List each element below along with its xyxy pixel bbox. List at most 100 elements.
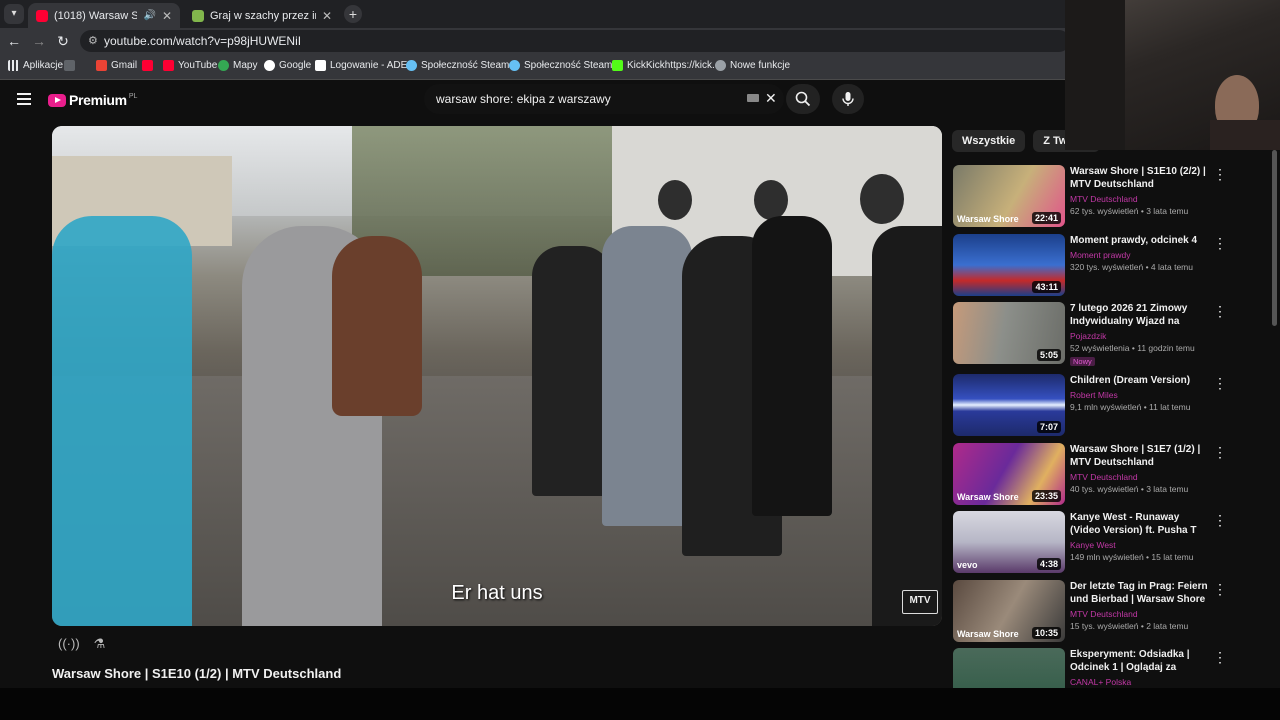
recommendation-meta: Moment prawdy, odcinek 4 Moment prawdy 3… [1070,234,1208,272]
recommendation-title[interactable]: Der letzte Tag in Prag: Feiern und Bierb… [1070,580,1208,606]
search-input[interactable]: warsaw shore: ekipa z warszawy ✕ [424,84,784,114]
channel-name[interactable]: Kanye West [1070,540,1208,550]
bookmark-youtube[interactable]: YouTube [163,60,217,71]
thumbnail[interactable]: Warsaw Shore 22:41 [953,165,1065,227]
more-options-icon[interactable]: ⋮ [1213,304,1227,318]
back-icon[interactable]: ← [6,33,22,49]
close-tab-icon[interactable]: ✕ [322,9,332,23]
bookmark-steam-2[interactable]: Społeczność Steam... [509,60,621,71]
recommendation-meta: Der letzte Tag in Prag: Feiern und Bierb… [1070,580,1208,631]
new-tab-button[interactable]: + [344,5,362,23]
bookmark-new-features[interactable]: Nowe funkcje [715,60,790,71]
recommendation-item[interactable]: 7:07 Children (Dream Version) Robert Mil… [953,374,1263,436]
lab-flask-icon[interactable]: ⚗ [94,636,106,652]
more-options-icon[interactable]: ⋮ [1213,376,1227,390]
google-icon [264,60,275,71]
new-badge: Nowy [1070,357,1095,366]
youtube-icon [142,60,153,71]
bookmark-apps[interactable]: Aplikacje [8,60,63,71]
thumbnail[interactable]: vevo 4:38 [953,511,1065,573]
recommendation-meta: 7 lutego 2026 21 Zimowy Indywidualny Wja… [1070,302,1208,367]
channel-name[interactable]: MTV Deutschland [1070,609,1208,619]
voice-search-button[interactable] [832,84,864,114]
more-options-icon[interactable]: ⋮ [1213,236,1227,250]
recommendation-title[interactable]: Eksperyment: Odsiadka | Odcinek 1 | Oglą… [1070,648,1208,674]
bottom-strip [0,688,1280,720]
more-options-icon[interactable]: ⋮ [1213,513,1227,527]
recommendation-title[interactable]: Moment prawdy, odcinek 4 [1070,234,1208,247]
more-options-icon[interactable]: ⋮ [1213,445,1227,459]
thumbnail[interactable]: 43:11 [953,234,1065,296]
bookmark-steam-1[interactable]: Społeczność Steam... [406,60,518,71]
channel-name[interactable]: Pojazdzik [1070,331,1208,341]
clear-search-icon[interactable]: ✕ [765,90,777,107]
bookmark-label: Społeczność Steam... [421,60,518,71]
view-stats: 62 tys. wyświetleń • 3 lata temu [1070,206,1189,216]
channel-name[interactable]: Moment prawdy [1070,250,1208,260]
recommendation-title[interactable]: Warsaw Shore | S1E7 (1/2) | MTV Deutschl… [1070,443,1208,469]
bookmark-gmail[interactable]: Gmail [96,60,137,71]
view-stats: 9,1 mln wyświetleń • 11 lat temu [1070,402,1191,412]
microphone-icon [842,92,854,106]
duration-badge: 43:11 [1032,281,1061,293]
thumbnail[interactable]: 5:05 [953,302,1065,364]
recommendation-item[interactable]: Warsaw Shore 23:35 Warsaw Shore | S1E7 (… [953,443,1263,505]
view-stats: 52 wyświetlenia • 11 godzin temu [1070,343,1195,353]
tab-youtube[interactable]: (1018) Warsaw Shore | S1E10 🔊 ✕ [28,3,180,28]
more-options-icon[interactable]: ⋮ [1213,167,1227,181]
bookmark-google[interactable]: Google [264,60,311,71]
recommendation-item[interactable]: 43:11 Moment prawdy, odcinek 4 Moment pr… [953,234,1263,296]
search-button[interactable] [786,84,820,114]
recommendation-title[interactable]: 7 lutego 2026 21 Zimowy Indywidualny Wja… [1070,302,1208,328]
sidebar-scrollbar[interactable] [1272,150,1277,326]
thumbnail-brand: Warsaw Shore [957,629,1019,639]
steam-icon [406,60,417,71]
reload-icon[interactable]: ↻ [55,33,71,49]
bookmark-kick[interactable]: KickKickhttps://kick... [612,60,720,71]
forward-icon[interactable]: → [31,33,47,49]
recommendation-item[interactable]: 5:05 7 lutego 2026 21 Zimowy Indywidualn… [953,302,1263,367]
tab-chess[interactable]: Graj w szachy przez internet za ✕ [184,3,340,28]
recommendation-item[interactable]: Warsaw Shore 22:41 Warsaw Shore | S1E10 … [953,165,1263,227]
bookmark-label: Gmail [111,60,138,71]
thumbnail[interactable]: Warsaw Shore 10:35 [953,580,1065,642]
youtube-premium-logo[interactable]: Premium PL [48,92,137,108]
url-field[interactable]: ⚙ youtube.com/watch?v=p98jHUWENiI [80,30,1070,52]
recommendation-meta: Warsaw Shore | S1E10 (2/2) | MTV Deutsch… [1070,165,1208,216]
bookmark-youtube-red[interactable] [142,60,157,71]
speaker-icon[interactable]: 🔊 [143,10,155,21]
bookmark-maps[interactable]: Mapy [218,60,257,71]
thumbnail[interactable]: Warsaw Shore 23:35 [953,443,1065,505]
more-options-icon[interactable]: ⋮ [1213,650,1227,664]
recommendation-item[interactable]: Eksperyment: Odsiadka | Odcinek 1 | Oglą… [953,648,1263,688]
youtube-icon [163,60,174,71]
broadcast-icon[interactable]: ((·)) [58,636,80,652]
channel-name[interactable]: CANAL+ Polska [1070,677,1208,687]
menu-icon[interactable] [17,93,31,108]
thumbnail[interactable]: 7:07 [953,374,1065,436]
recommendation-item[interactable]: Warsaw Shore 10:35 Der letzte Tag in Pra… [953,580,1263,642]
webcam-shadow [1065,0,1125,150]
close-tab-icon[interactable]: ✕ [162,9,172,23]
thumbnail-brand: Warsaw Shore [957,214,1019,224]
video-title: Warsaw Shore | S1E10 (1/2) | MTV Deutsch… [52,666,342,681]
bookmark-grid[interactable] [64,60,79,71]
video-player[interactable]: Er hat uns MTV [52,126,942,626]
recommendation-item[interactable]: vevo 4:38 Kanye West - Runaway (Video Ve… [953,511,1263,573]
bookmark-adex[interactable]: Logowanie - ADEX [315,60,414,71]
keyboard-icon[interactable] [747,94,759,102]
chip-all[interactable]: Wszystkie [952,130,1026,152]
recommendation-title[interactable]: Children (Dream Version) [1070,374,1208,387]
person-blue-shirt [52,216,192,626]
recommendation-title[interactable]: Warsaw Shore | S1E10 (2/2) | MTV Deutsch… [1070,165,1208,191]
channel-name[interactable]: Robert Miles [1070,390,1208,400]
grid-icon [64,60,75,71]
thumbnail-brand: vevo [957,560,978,570]
thumbnail[interactable] [953,648,1065,688]
tab-list-button[interactable]: ▾ [4,4,24,24]
more-options-icon[interactable]: ⋮ [1213,582,1227,596]
recommendation-title[interactable]: Kanye West - Runaway (Video Version) ft.… [1070,511,1208,537]
channel-name[interactable]: MTV Deutschland [1070,194,1208,204]
channel-name[interactable]: MTV Deutschland [1070,472,1208,482]
site-info-icon[interactable]: ⚙ [88,34,98,47]
